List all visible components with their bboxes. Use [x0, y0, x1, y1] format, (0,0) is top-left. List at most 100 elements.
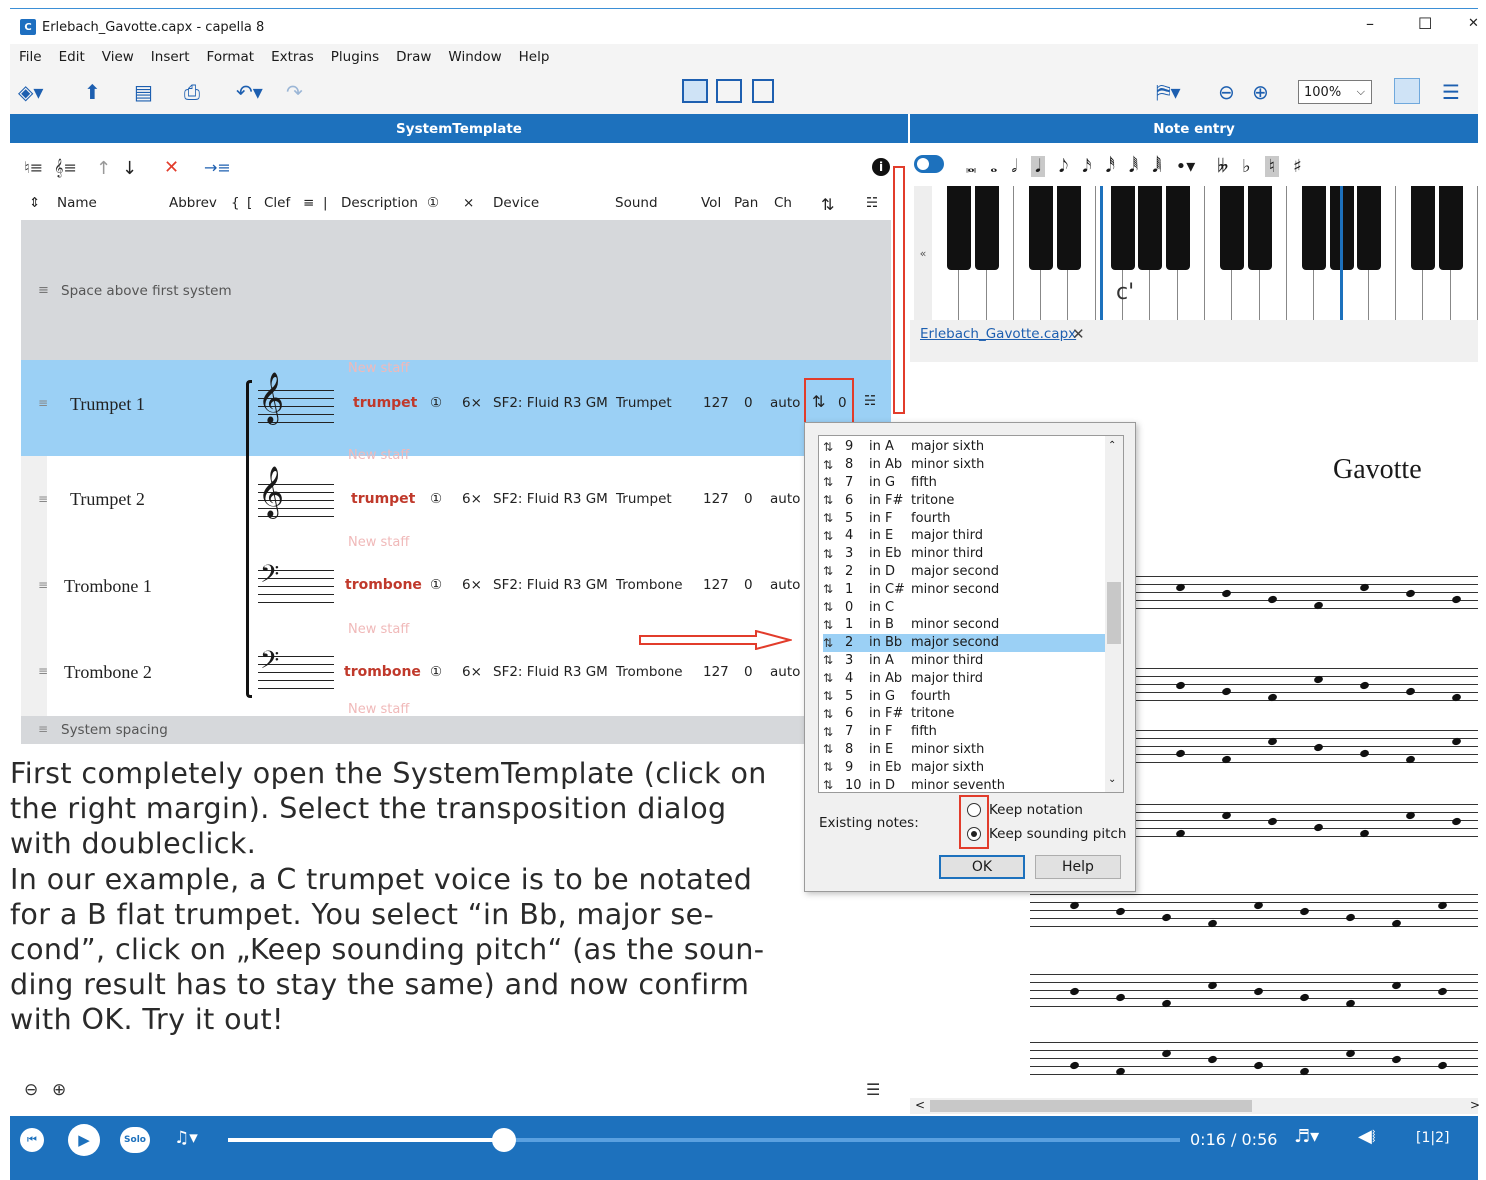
menu-insert[interactable]: Insert — [151, 49, 190, 65]
scroll-down-icon[interactable]: ⌄ — [1108, 774, 1116, 785]
ch-cell[interactable]: auto — [770, 395, 800, 411]
note-head[interactable] — [1391, 1054, 1402, 1065]
col-clef[interactable]: Clef — [264, 195, 290, 211]
transposition-option[interactable]: ⇅ 7 in G fifth — [823, 474, 1105, 492]
flat-icon[interactable]: ♭ — [1242, 156, 1251, 177]
scroll-right-icon[interactable]: > — [1470, 1098, 1480, 1112]
note-head[interactable] — [1069, 986, 1080, 997]
transposition-option[interactable]: ⇅ 1 in B minor second — [823, 616, 1105, 634]
staff-add-icon[interactable]: ♮≡ — [24, 158, 43, 177]
note-head[interactable] — [1253, 986, 1264, 997]
voices-cell[interactable]: ① — [430, 577, 442, 593]
transposition-option[interactable]: ⇅ 3 in A minor third — [823, 652, 1105, 670]
sound-cell[interactable]: Trumpet — [616, 491, 672, 507]
tempo-icon[interactable]: ♫▾ — [174, 1128, 198, 1148]
solo-button[interactable]: Solo — [120, 1127, 150, 1153]
pan-cell[interactable]: 0 — [744, 491, 753, 507]
piano-black-key[interactable] — [1056, 186, 1081, 270]
move-down-icon[interactable]: ↓ — [122, 158, 137, 179]
drag-handle-icon[interactable]: ≡ — [38, 664, 48, 678]
staff-description[interactable]: trombone — [345, 577, 422, 593]
staff-description[interactable]: trumpet — [351, 491, 415, 507]
piano-black-key[interactable] — [1165, 186, 1190, 270]
staff-name[interactable]: Trombone 2 — [64, 662, 152, 683]
menu-help[interactable]: Help — [519, 49, 550, 65]
help-button[interactable]: Help — [1035, 855, 1121, 879]
note-head[interactable] — [1221, 810, 1232, 821]
score-staff[interactable] — [1030, 1042, 1478, 1082]
drag-handle-icon[interactable]: ≡ — [38, 396, 48, 410]
transpose-cell[interactable]: 0 — [838, 395, 847, 411]
note-head[interactable] — [1451, 736, 1462, 747]
transposition-option[interactable]: ⇅ 1 in C# minor second — [823, 580, 1105, 598]
vol-cell[interactable]: 127 — [703, 577, 729, 593]
note-head[interactable] — [1405, 588, 1416, 599]
32nd-note-icon[interactable]: 𝅘𝅥𝅰 — [1106, 156, 1115, 177]
keep-notation-label[interactable]: Keep notation — [989, 802, 1083, 818]
info-icon[interactable]: i — [872, 158, 890, 176]
col-pan[interactable]: Pan — [734, 195, 758, 211]
piano-black-key[interactable] — [1411, 186, 1436, 270]
play-icon[interactable]: ▶ — [68, 1124, 100, 1156]
staff-description[interactable]: trumpet — [353, 395, 417, 411]
note-head[interactable] — [1207, 1054, 1218, 1065]
piano-black-key[interactable] — [1356, 186, 1381, 270]
note-head[interactable] — [1207, 980, 1218, 991]
note-head[interactable] — [1437, 900, 1448, 911]
ok-button[interactable]: OK — [939, 855, 1025, 879]
note-head[interactable] — [1299, 906, 1310, 917]
staff-description[interactable]: trombone — [344, 664, 421, 680]
voices-icon[interactable]: ☰ — [1442, 80, 1460, 104]
close-button[interactable]: ✕ — [1468, 16, 1479, 31]
treble-staff-preview[interactable]: 𝄞 — [258, 372, 334, 426]
sound-cell[interactable]: Trombone — [616, 577, 683, 593]
128th-note-icon[interactable]: 𝅘𝅥𝅲 — [1152, 156, 1161, 177]
menu-plugins[interactable]: Plugins — [331, 49, 379, 65]
menu-edit[interactable]: Edit — [59, 49, 85, 65]
note-head[interactable] — [1345, 912, 1356, 923]
new-staff-label[interactable]: New staff — [348, 535, 409, 550]
note-head[interactable] — [1405, 810, 1416, 821]
scroll-up-icon[interactable]: ⌃ — [1108, 440, 1116, 451]
vol-cell[interactable]: 127 — [703, 491, 729, 507]
insert-staff-icon[interactable]: →≡ — [204, 158, 231, 177]
new-staff-label[interactable]: New staff — [348, 702, 409, 717]
note-head[interactable] — [1161, 1048, 1172, 1059]
delete-staff-icon[interactable]: ✕ — [164, 157, 179, 178]
score-staff[interactable] — [1136, 804, 1478, 844]
staff-name[interactable]: Trumpet 2 — [70, 489, 145, 510]
minimize-button[interactable]: – — [1366, 14, 1374, 33]
scroll-left-icon[interactable]: < — [915, 1098, 925, 1112]
score-staff[interactable] — [1136, 668, 1478, 708]
transpose-column-icon[interactable]: ⇅ — [821, 195, 834, 214]
keep-sounding-pitch-label[interactable]: Keep sounding pitch — [989, 826, 1126, 842]
voices-icon[interactable]: ☰ — [866, 1080, 880, 1099]
double-flat-icon[interactable]: 𝄫 — [1217, 156, 1228, 177]
note-head[interactable] — [1253, 900, 1264, 911]
note-head[interactable] — [1359, 748, 1370, 759]
note-head[interactable] — [1115, 992, 1126, 1003]
transposition-option[interactable]: ⇅ 2 in Bb major second — [823, 633, 1105, 652]
note-head[interactable] — [1359, 680, 1370, 691]
note-head[interactable] — [1253, 1060, 1264, 1071]
note-head[interactable] — [1437, 1060, 1448, 1071]
note-head[interactable] — [1267, 594, 1278, 605]
piano-black-key[interactable] — [974, 186, 999, 270]
rewind-icon[interactable]: ⏮ — [20, 1128, 44, 1152]
zoom-in-icon[interactable]: ⊕ — [52, 1080, 66, 1100]
transposition-option[interactable]: ⇅ 6 in F# tritone — [823, 491, 1105, 509]
note-head[interactable] — [1405, 686, 1416, 697]
note-head[interactable] — [1313, 822, 1324, 833]
transposition-option[interactable]: ⇅ 2 in D major second — [823, 563, 1105, 581]
col-bracket[interactable]: [ — [247, 195, 252, 211]
right-margin-highlight[interactable] — [893, 166, 905, 414]
sound-cell[interactable]: Trumpet — [616, 395, 672, 411]
maximize-button[interactable]: ☐ — [1418, 14, 1432, 33]
device-cell[interactable]: SF2: Fluid R3 GM — [493, 395, 608, 411]
print-icon[interactable]: ⎙ — [184, 80, 200, 104]
document-tab[interactable]: Erlebach_Gavotte.capx — [920, 326, 1076, 342]
new-file-icon[interactable]: ◈▾ — [18, 80, 43, 104]
multiply-cell[interactable]: 6× — [462, 577, 482, 593]
menu-format[interactable]: Format — [207, 49, 255, 65]
note-head[interactable] — [1221, 686, 1232, 697]
